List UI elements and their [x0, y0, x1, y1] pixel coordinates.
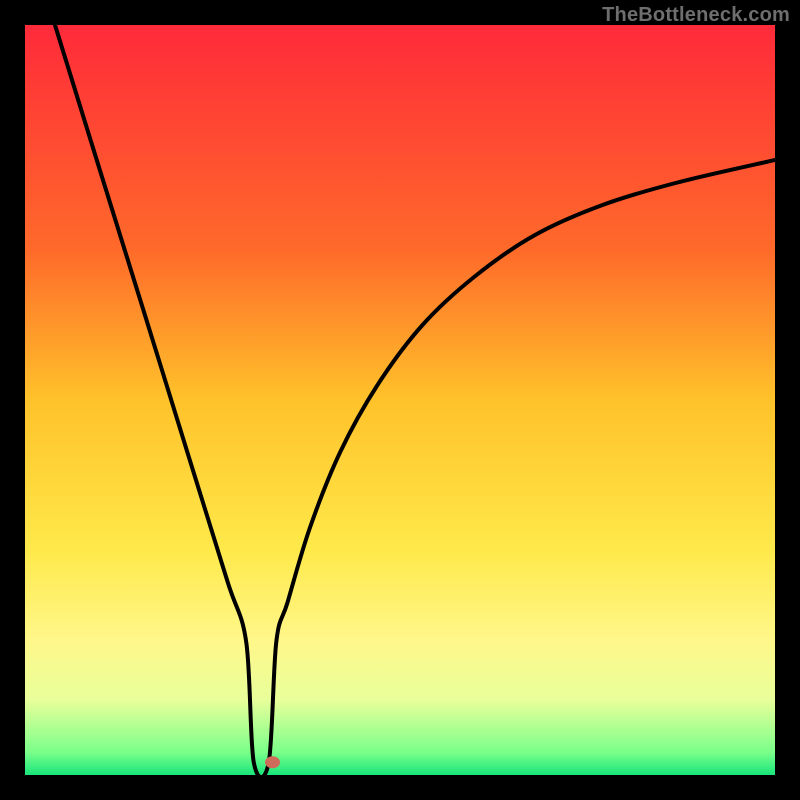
- optimal-point-marker: [265, 756, 280, 768]
- chart-stage: TheBottleneck.com: [0, 0, 800, 800]
- gradient-background: [25, 25, 775, 775]
- bottleneck-chart: [25, 25, 775, 775]
- watermark-text: TheBottleneck.com: [602, 4, 790, 27]
